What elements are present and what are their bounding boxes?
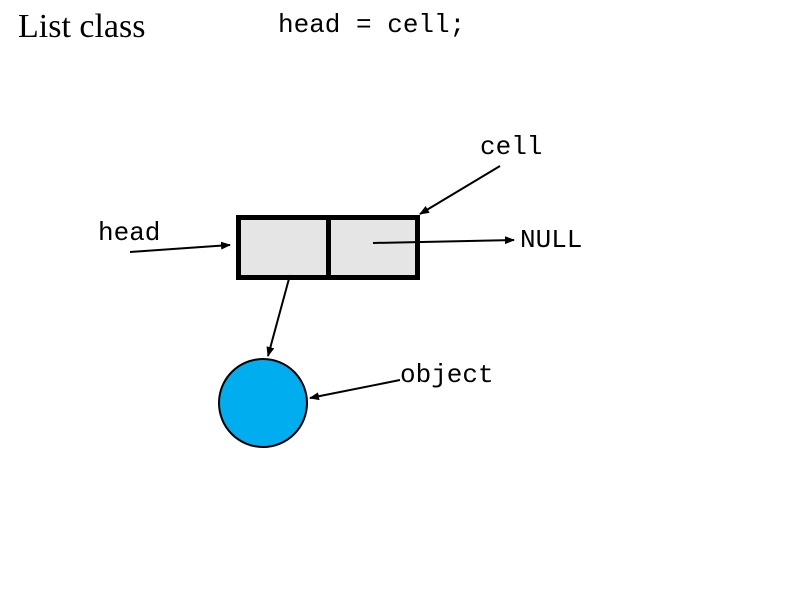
node-data-field: [241, 220, 331, 275]
code-statement: head = cell;: [278, 10, 465, 40]
arrows-layer: [0, 0, 794, 595]
label-cell: cell: [480, 132, 542, 162]
diagram-stage: List class head = cell; cell head NULL o…: [0, 0, 794, 595]
arrow-objectlabel-to-circle: [310, 380, 400, 398]
node-box: [236, 215, 420, 280]
object-circle: [218, 358, 308, 448]
node-next-field: [331, 220, 415, 275]
arrow-data-to-object: [268, 275, 290, 356]
label-object: object: [400, 360, 494, 390]
page-title: List class: [18, 8, 145, 46]
arrow-cell-to-node: [420, 166, 500, 214]
label-head: head: [98, 218, 160, 248]
label-null: NULL: [520, 225, 582, 255]
